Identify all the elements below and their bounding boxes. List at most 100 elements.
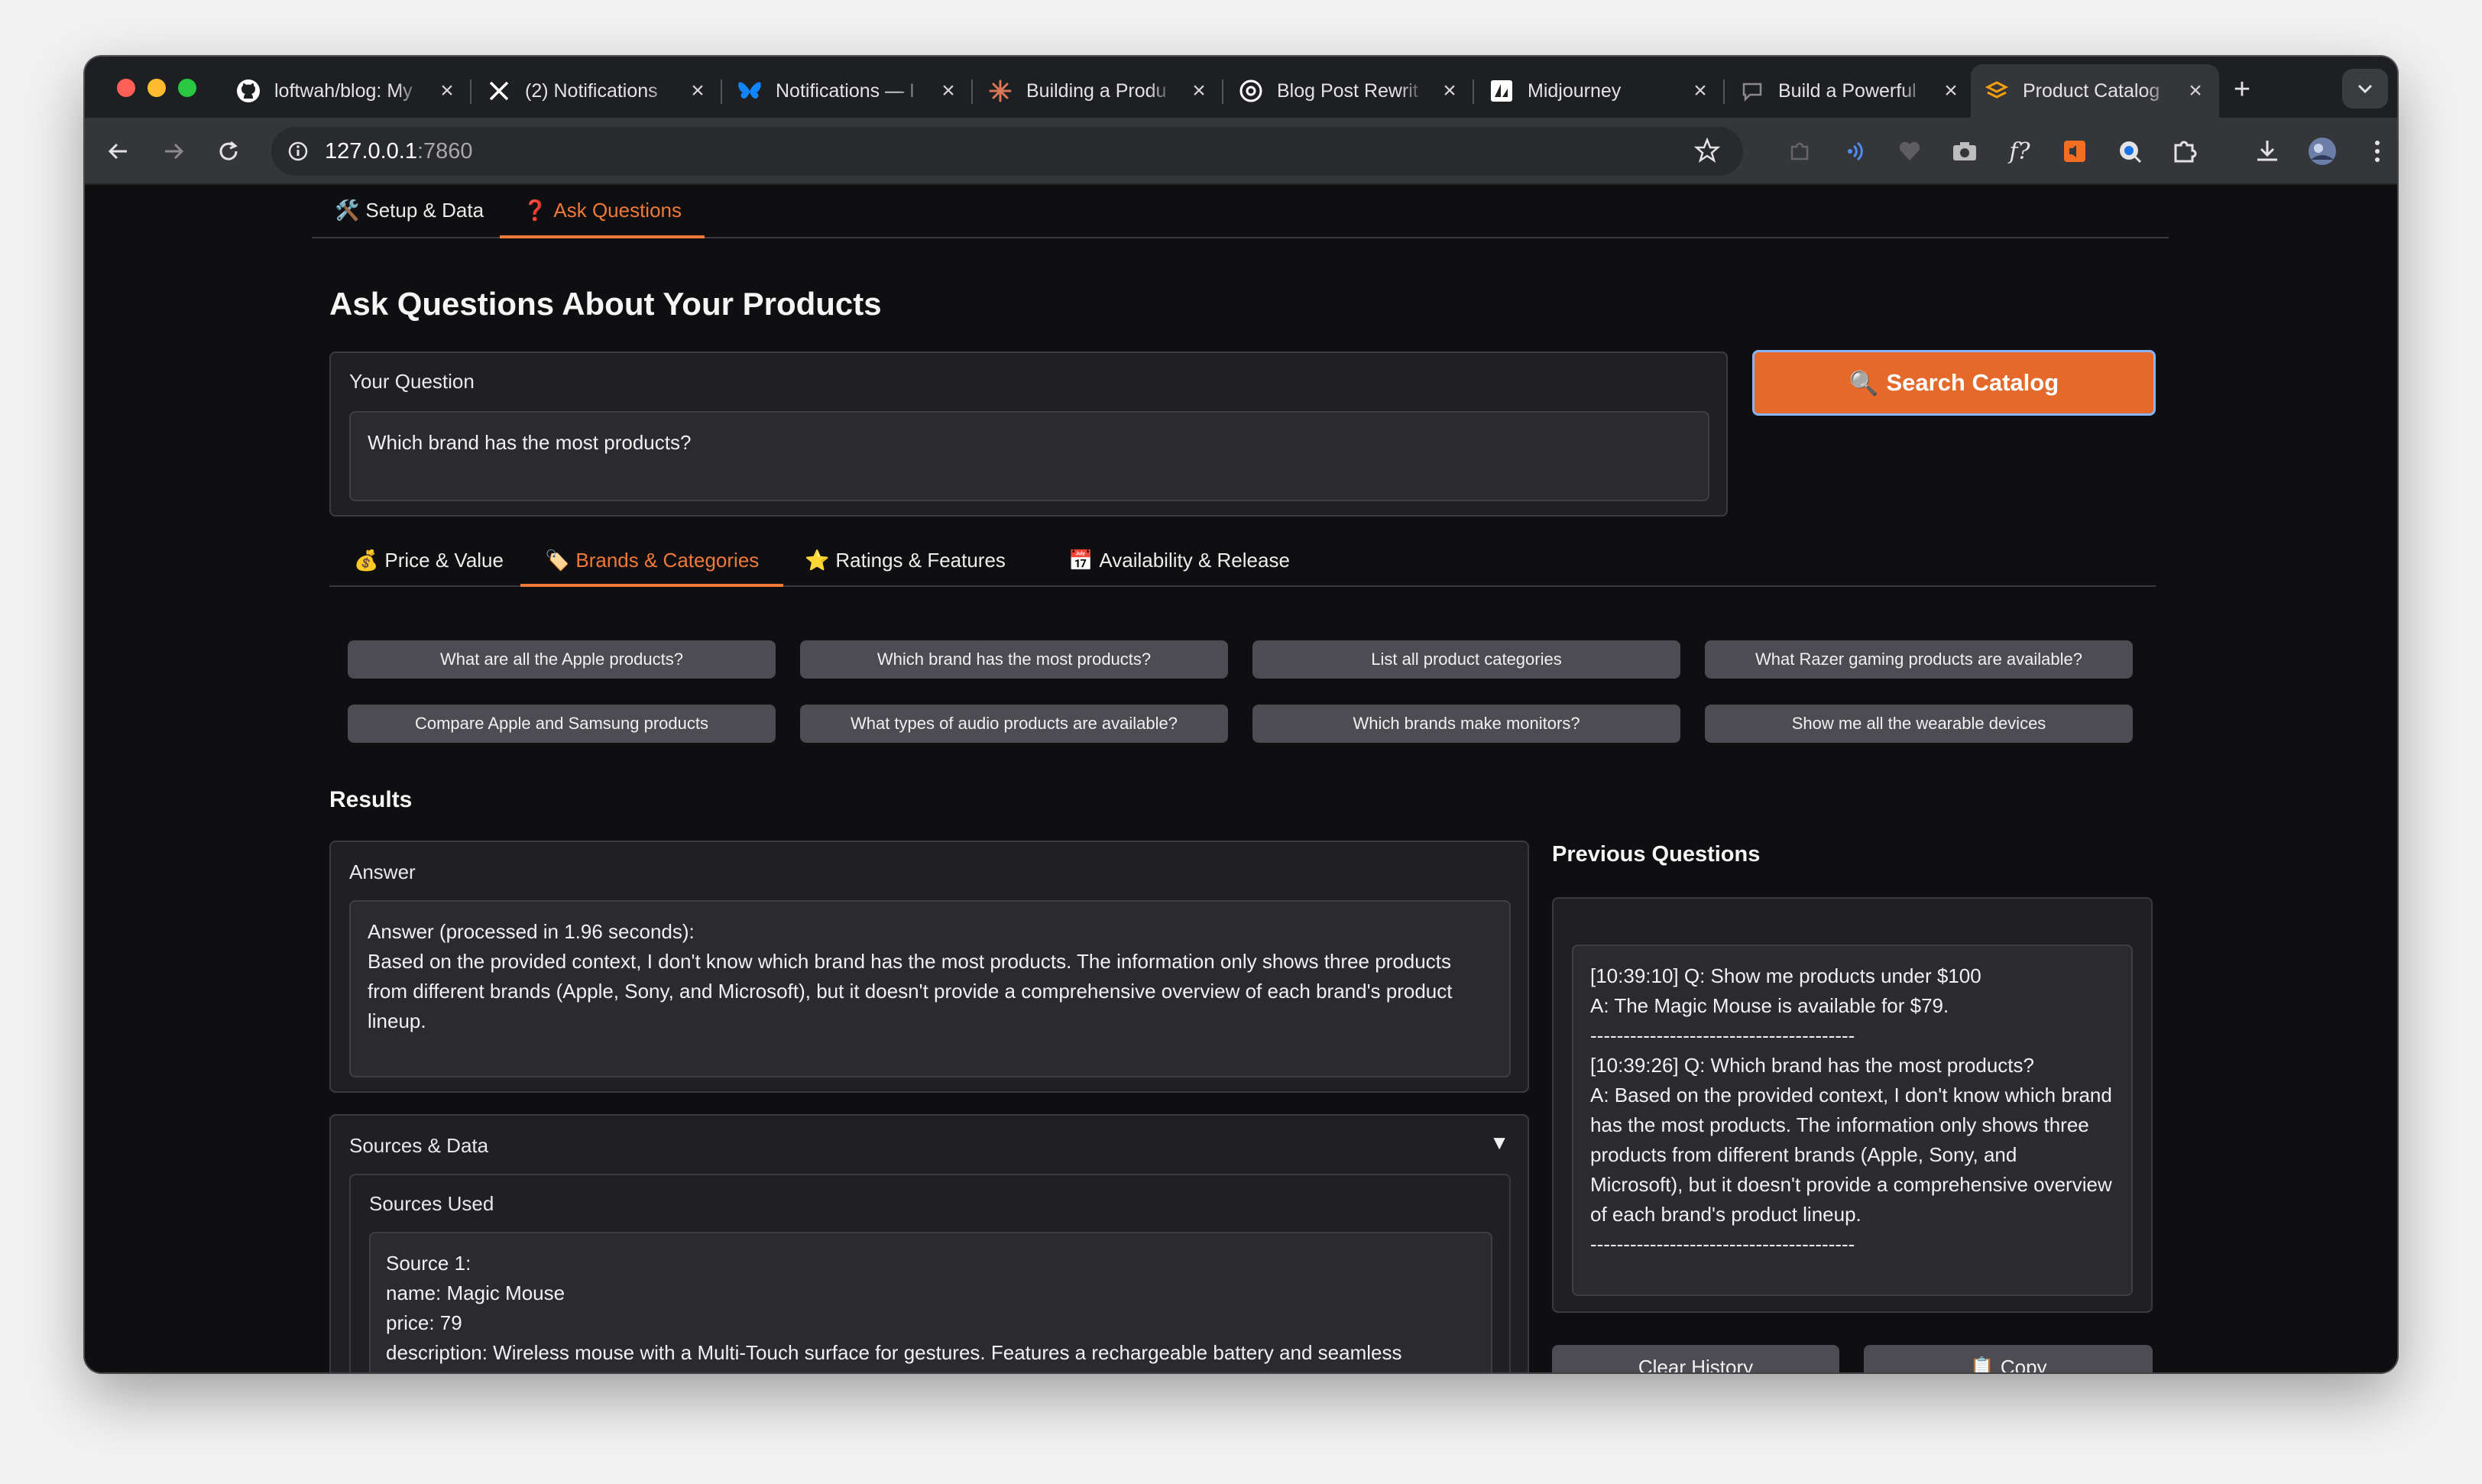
tab-ratings-features[interactable]: ⭐ Ratings & Features bbox=[780, 544, 1030, 587]
url-host: 127.0.0.1 bbox=[325, 138, 417, 164]
sources-textbox[interactable]: Source 1: name: Magic Mouse price: 79 de… bbox=[369, 1232, 1492, 1372]
search-catalog-button[interactable]: 🔍 Search Catalog bbox=[1752, 350, 2156, 416]
maximize-window-button[interactable] bbox=[178, 79, 196, 97]
magnifier-icon: 🔍 bbox=[1849, 369, 1879, 397]
tab-brands-categories[interactable]: 🏷️ Brands & Categories bbox=[520, 544, 784, 587]
example-question-button[interactable]: What Razer gaming products are available… bbox=[1705, 640, 2133, 679]
example-question-button[interactable]: What are all the Apple products? bbox=[348, 640, 776, 679]
browser-tab-active[interactable]: Product Catalog × bbox=[1971, 64, 2219, 118]
midjourney-icon bbox=[1489, 79, 1514, 103]
download-icon[interactable] bbox=[2252, 136, 2283, 167]
tab-availability-release[interactable]: 📅 Availability & Release bbox=[1044, 544, 1314, 587]
back-button[interactable] bbox=[100, 133, 137, 170]
tab-title: Building a Produ bbox=[1026, 79, 1167, 102]
close-tab-icon[interactable]: × bbox=[2186, 78, 2205, 104]
close-tab-icon[interactable]: × bbox=[688, 78, 708, 104]
tab-title: (2) Notifications bbox=[525, 79, 658, 102]
site-info-icon[interactable] bbox=[287, 140, 309, 163]
tab-price-value[interactable]: 💰 Price & Value bbox=[329, 544, 528, 587]
close-window-button[interactable] bbox=[117, 79, 135, 97]
sources-label: Sources & Data bbox=[349, 1134, 489, 1157]
arrow-right-icon bbox=[165, 143, 184, 160]
browser-tab[interactable]: Build a Powerful × bbox=[1726, 64, 1975, 118]
copy-history-button[interactable]: 📋 Copy bbox=[1864, 1345, 2153, 1372]
main-tab-bar: 🛠️ Setup & Data ❓ Ask Questions bbox=[312, 186, 2169, 238]
url-text: 127.0.0.1:7860 bbox=[325, 139, 473, 164]
browser-tab[interactable]: Midjourney × bbox=[1476, 64, 1724, 118]
browser-tab[interactable]: Notifications — I × bbox=[724, 64, 972, 118]
browser-tab[interactable]: Building a Produ × bbox=[974, 64, 1223, 118]
tab-label: Availability & Release bbox=[1099, 549, 1290, 572]
sources-used-block: Sources Used Source 1: name: Magic Mouse… bbox=[349, 1174, 1511, 1372]
tab-title: Notifications — I bbox=[776, 79, 915, 102]
claude-icon bbox=[988, 79, 1013, 103]
forward-button[interactable] bbox=[155, 133, 192, 170]
address-bar[interactable]: 127.0.0.1:7860 bbox=[271, 127, 1743, 176]
sources-accordion[interactable]: Sources & Data ▼ Sources Used Source 1: … bbox=[329, 1114, 1529, 1372]
history-line: [10:39:10] Q: Show me products under $10… bbox=[1590, 964, 1981, 987]
url-port: :7860 bbox=[416, 138, 473, 164]
example-question-button[interactable]: Which brand has the most products? bbox=[800, 640, 1228, 679]
example-question-button[interactable]: List all product categories bbox=[1252, 640, 1680, 679]
tab-setup-data[interactable]: 🛠️ Setup & Data bbox=[312, 199, 507, 238]
tab-label: Ask Questions bbox=[553, 199, 682, 222]
extension-heart-icon[interactable] bbox=[1894, 136, 1925, 167]
tab-strip: loftwah/blog: My × (2) Notifications × N… bbox=[85, 57, 2397, 118]
close-tab-icon[interactable]: × bbox=[1690, 78, 1710, 104]
tab-label: Brands & Categories bbox=[575, 549, 760, 572]
star-icon: ⭐ bbox=[805, 549, 830, 572]
close-tab-icon[interactable]: × bbox=[1941, 78, 1961, 104]
answer-text: Based on the provided context, I don't k… bbox=[368, 950, 1453, 1032]
page-title: Ask Questions About Your Products bbox=[329, 286, 882, 322]
extensions-puzzle-icon[interactable] bbox=[2169, 136, 2200, 167]
reload-button[interactable] bbox=[210, 133, 247, 170]
chat-icon bbox=[1740, 79, 1764, 103]
extension-search-icon[interactable] bbox=[2114, 136, 2145, 167]
github-icon bbox=[236, 79, 261, 103]
reload-icon bbox=[219, 141, 238, 160]
browser-tab[interactable]: Blog Post Rewrit × bbox=[1225, 64, 1473, 118]
tab-label: Price & Value bbox=[384, 549, 504, 572]
tab-label: Setup & Data bbox=[365, 199, 484, 222]
tab-title: Product Catalog bbox=[2023, 79, 2160, 102]
caret-down-icon[interactable]: ▼ bbox=[1489, 1131, 1509, 1155]
history-line: A: Based on the provided context, I don'… bbox=[1590, 1084, 2112, 1226]
history-block: [10:39:10] Q: Show me products under $10… bbox=[1552, 897, 2153, 1313]
example-question-button[interactable]: Compare Apple and Samsung products bbox=[348, 705, 776, 743]
tab-title: Blog Post Rewrit bbox=[1277, 79, 1418, 102]
example-question-button[interactable]: Which brands make monitors? bbox=[1252, 705, 1680, 743]
answer-block: Answer Answer (processed in 1.96 seconds… bbox=[329, 841, 1529, 1093]
close-tab-icon[interactable]: × bbox=[437, 78, 457, 104]
extension-function-icon[interactable]: f? bbox=[2004, 136, 2035, 167]
extension-puzzle-grey-icon[interactable] bbox=[1784, 136, 1815, 167]
profile-avatar[interactable] bbox=[2307, 136, 2338, 167]
answer-label: Answer bbox=[349, 860, 416, 883]
question-input[interactable]: Which brand has the most products? bbox=[349, 411, 1709, 501]
clear-history-button[interactable]: Clear History bbox=[1552, 1345, 1839, 1372]
browser-menu-icon[interactable] bbox=[2362, 136, 2393, 167]
close-tab-icon[interactable]: × bbox=[1440, 78, 1460, 104]
answer-textbox[interactable]: Answer (processed in 1.96 seconds): Base… bbox=[349, 900, 1511, 1077]
extension-orange-icon[interactable] bbox=[2059, 136, 2090, 167]
extension-audio-icon[interactable] bbox=[1839, 136, 1870, 167]
tab-label: Ratings & Features bbox=[835, 549, 1006, 572]
bluesky-icon bbox=[737, 79, 762, 103]
bookmark-star-icon[interactable] bbox=[1693, 137, 1721, 167]
source-line: Source 1: bbox=[386, 1252, 471, 1275]
new-tab-button[interactable]: + bbox=[2223, 70, 2261, 109]
browser-tab[interactable]: loftwah/blog: My × bbox=[222, 64, 471, 118]
example-question-button[interactable]: What types of audio products are availab… bbox=[800, 705, 1228, 743]
close-tab-icon[interactable]: × bbox=[1189, 78, 1209, 104]
example-question-button[interactable]: Show me all the wearable devices bbox=[1705, 705, 2133, 743]
clipboard-icon: 📋 bbox=[1969, 1356, 1994, 1372]
source-line: description: Wireless mouse with a Multi… bbox=[386, 1341, 1402, 1364]
tab-search-button[interactable] bbox=[2342, 69, 2388, 109]
gradio-icon bbox=[1985, 79, 2009, 103]
history-textbox[interactable]: [10:39:10] Q: Show me products under $10… bbox=[1572, 945, 2133, 1296]
source-line: name: Magic Mouse bbox=[386, 1281, 565, 1304]
tab-ask-questions[interactable]: ❓ Ask Questions bbox=[500, 199, 705, 238]
minimize-window-button[interactable] bbox=[147, 79, 166, 97]
extension-camera-icon[interactable] bbox=[1949, 136, 1980, 167]
close-tab-icon[interactable]: × bbox=[938, 78, 958, 104]
browser-tab[interactable]: (2) Notifications × bbox=[473, 64, 721, 118]
